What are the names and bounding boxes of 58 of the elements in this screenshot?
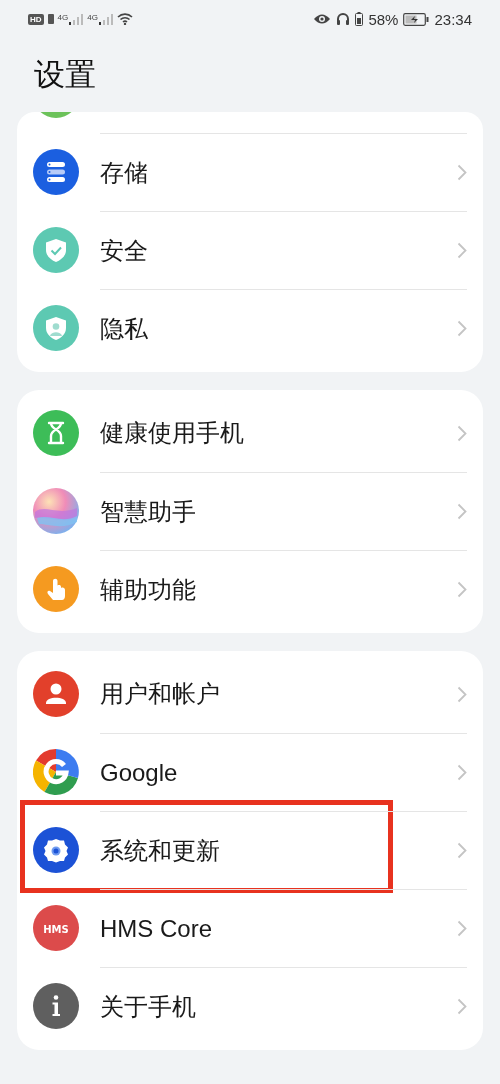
chevron-right-icon <box>457 842 467 859</box>
chevron-right-icon <box>457 998 467 1015</box>
hd-icon: HD <box>28 13 44 25</box>
network-type: 4G <box>87 13 98 22</box>
settings-item-label: 存储 <box>100 157 149 188</box>
settings-item-label: 健康使用手机 <box>100 418 245 448</box>
settings-item-label: 用户和帐户 <box>100 679 221 709</box>
chevron-right-icon <box>457 164 467 181</box>
hms-logo-icon: HMS <box>33 905 79 951</box>
settings-item[interactable]: 健康使用手机 <box>17 394 483 472</box>
battery-small-icon <box>355 12 364 26</box>
sim-icon <box>47 14 54 24</box>
hourglass-icon <box>33 410 79 456</box>
wifi-icon <box>116 13 133 25</box>
signal-icon <box>69 13 84 25</box>
shield-check-icon <box>33 227 79 273</box>
chevron-right-icon <box>457 920 467 937</box>
signal-icon <box>98 13 113 25</box>
settings-item[interactable]: HMS HMS Core <box>17 889 483 967</box>
chevron-right-icon <box>457 242 467 259</box>
network-type: 4G <box>57 13 69 22</box>
settings-item[interactable]: 存储 <box>17 133 483 211</box>
settings-item[interactable]: 隐私 <box>17 289 483 367</box>
chevron-right-icon <box>457 685 467 703</box>
gear-icon <box>33 827 79 873</box>
headphones-icon <box>336 12 351 26</box>
chevron-right-icon <box>457 320 467 337</box>
shield-person-icon <box>33 305 79 351</box>
battery-charging-icon <box>403 12 430 26</box>
hand-pointer-icon <box>33 566 79 612</box>
settings-item-label: 隐私 <box>100 313 149 344</box>
settings-item-label: 系统和更新 <box>100 835 221 866</box>
settings-item[interactable]: 智慧助手 <box>17 472 483 550</box>
settings-item-label: HMS Core <box>100 914 214 943</box>
page-title: 设置 <box>34 56 96 94</box>
settings-item[interactable]: 用户和帐户 <box>17 655 483 733</box>
orb-icon <box>33 488 79 534</box>
chevron-right-icon <box>457 764 467 781</box>
settings-item-label: 关于手机 <box>100 991 197 1022</box>
settings-item[interactable]: 辅助功能 <box>17 550 483 628</box>
clock-time: 23:34 <box>434 10 472 28</box>
settings-item[interactable]: 系统和更新 <box>17 811 483 889</box>
storage-icon <box>33 149 79 195</box>
eye-icon <box>313 13 332 25</box>
settings-item-label: Google <box>100 758 179 787</box>
settings-item-label: 安全 <box>100 235 149 266</box>
battery-percentage: 58% <box>368 10 399 28</box>
person-icon <box>33 671 79 717</box>
info-icon <box>33 983 79 1029</box>
settings-item[interactable]: 安全 <box>17 211 483 289</box>
chevron-right-icon <box>457 581 467 598</box>
chevron-right-icon <box>457 503 467 520</box>
settings-item-label: 辅助功能 <box>100 574 197 605</box>
settings-item-label: 智慧助手 <box>100 496 197 527</box>
settings-item[interactable]: Google <box>17 733 483 811</box>
chevron-right-icon <box>457 424 467 442</box>
settings-item[interactable]: 关于手机 <box>17 967 483 1045</box>
g-logo-icon <box>33 749 79 795</box>
